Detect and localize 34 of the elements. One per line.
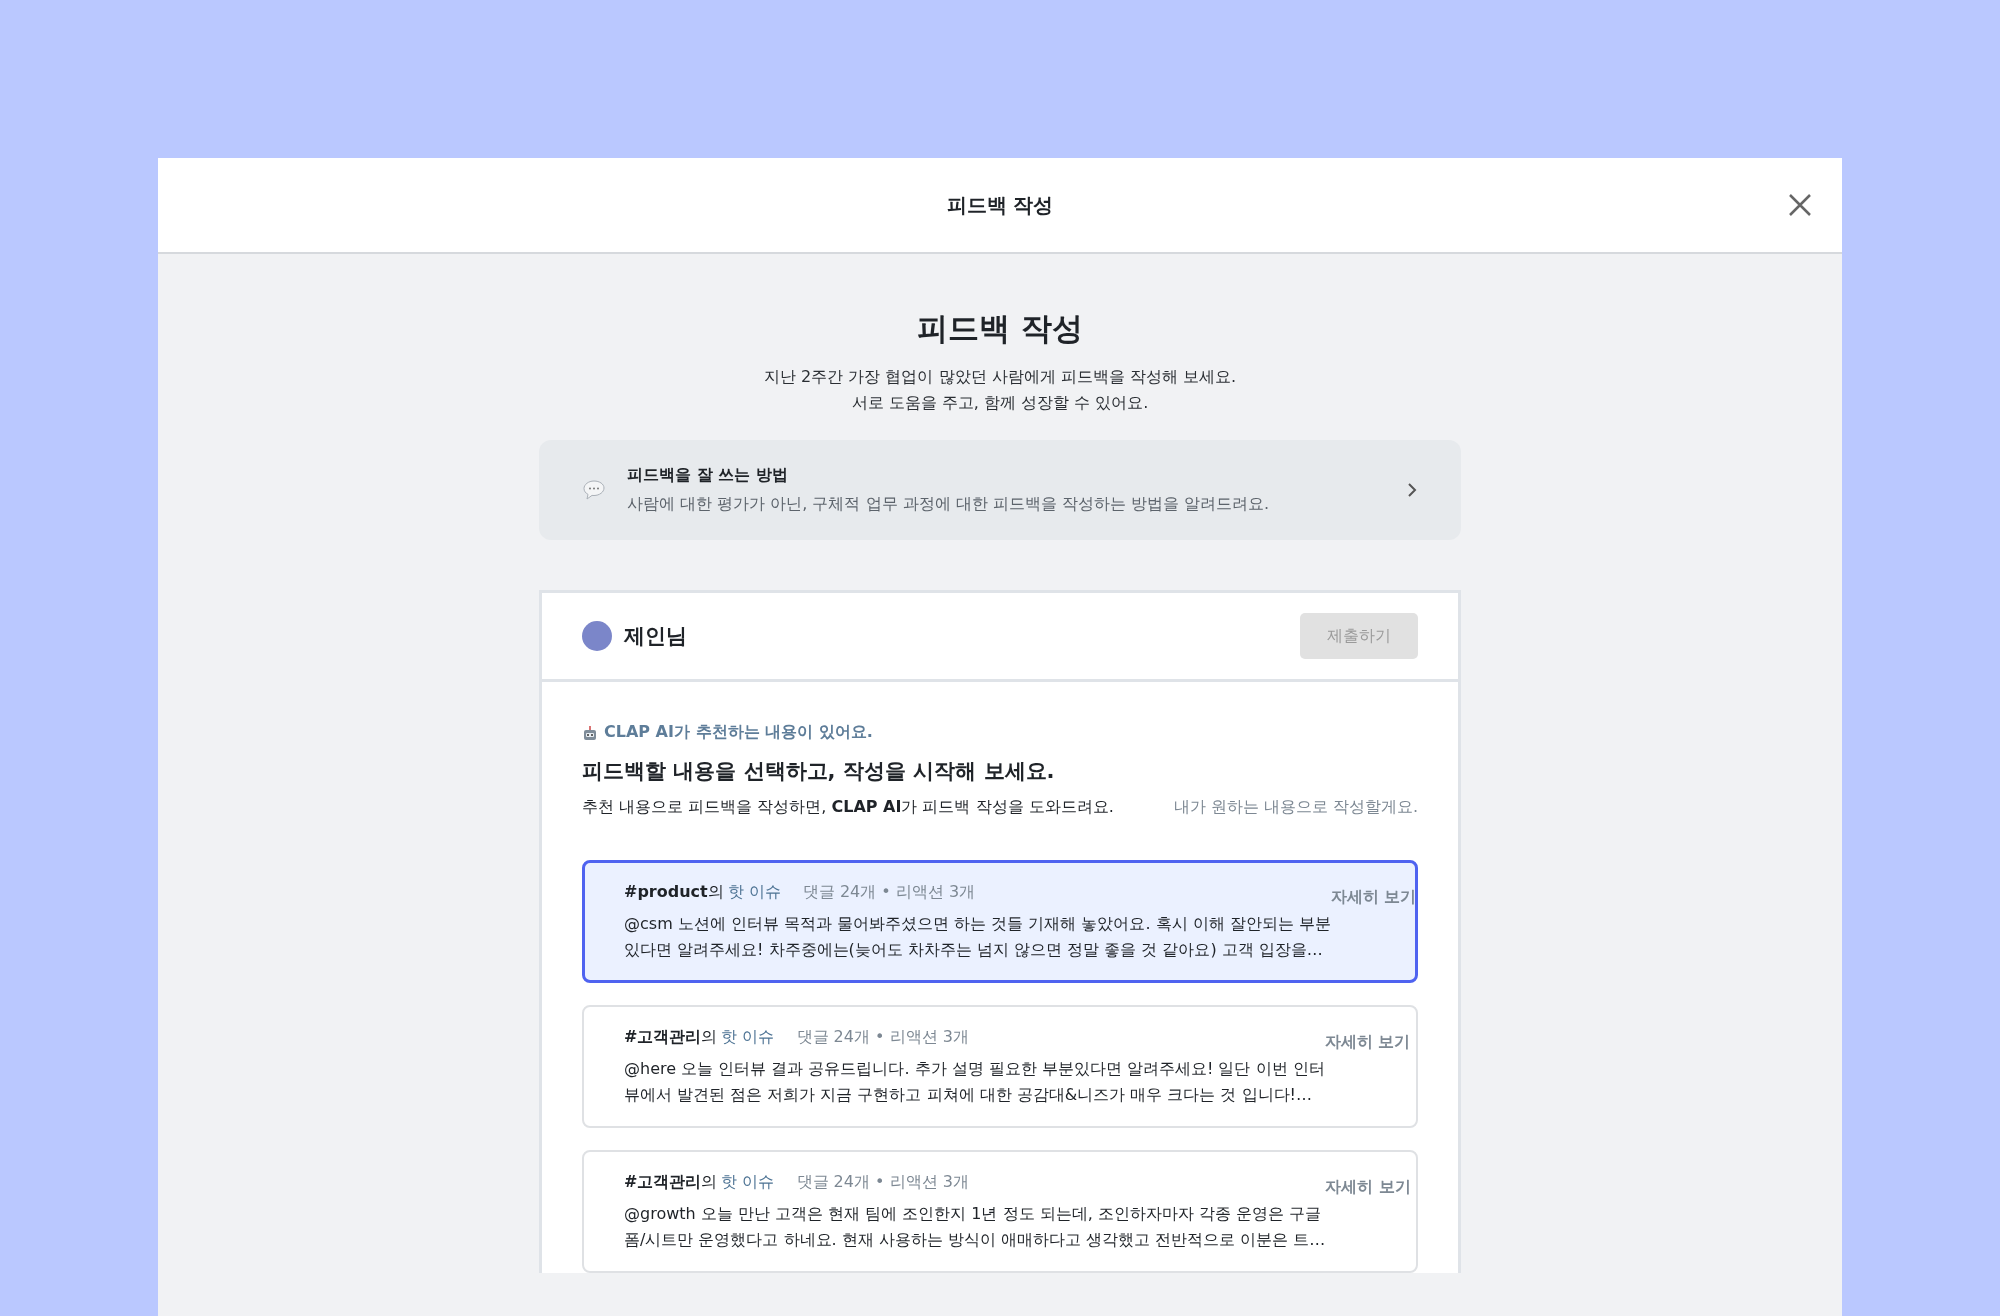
topic-stats: 댓글 24개 • 리액션 3개 [796,1172,969,1193]
channel-label: #product의 [624,882,724,903]
guide-description: 사람에 대한 평가가 아닌, 구체적 업무 과정에 대한 피드백을 작성하는 방법을 알려드려요. [627,494,1271,515]
topic-stats: 댓글 24개 • 리액션 3개 [802,882,976,903]
topic-stats: 댓글 24개 • 리액션 3개 [796,1027,969,1048]
ai-recommendation-label: CLAP AI가 추천하는 내용이 있어요. [604,722,873,743]
guide-title: 피드백을 잘 쓰는 방법 [627,465,789,486]
detail-link[interactable]: 자세히 보기 [1324,1031,1411,1053]
guide-banner[interactable]: 피드백을 잘 쓰는 방법 사람에 대한 평가가 아닌, 구체적 업무 과정에 대한 피드백을 작성하는 방법을 알려드려요. [539,440,1461,540]
channel-label: #고객관리의 [624,1027,718,1048]
write-own-link[interactable]: 내가 원하는 내용으로 작성할게요. [1173,797,1418,818]
detail-link[interactable]: 자세히 보기 [1330,886,1417,908]
modal-title: 피드백 작성 [946,191,1054,219]
topic-card[interactable]: #고객관리의 핫 이슈 댓글 24개 • 리액션 3개 @growth 오늘 만난 고객은 현재 팀에 조인한지 1년 정도 되는데, 조인하자마자 각종 운영은 구글 폼/시트만 운영했다고 하네요. 현재 사용하는 방식이 애매하다고 생각했고 전반적으로 이분은 트… 자세히 보기 [582,1150,1418,1273]
topic-excerpt: @csm 노션에 인터뷰 목적과 물어봐주셨으면 하는 것들 기재해 놓았어요. 혹시 이해 잘안되는 부분 있다면 알려주세요! 차주중에는(늦어도 차차주는 넘지 않으면 정말 좋을 것 같아요) 고객 입장을… [624,913,1331,961]
page-heading: 피드백 작성 [916,309,1084,348]
avatar [582,621,612,651]
topic-excerpt: @here 오늘 인터뷰 결과 공유드립니다. 추가 설명 필요한 부분있다면 알려주세요! 일단 이번 인터 뷰에서 발견된 점은 저희가 지금 구현하고 피쳐에 대한 공감대&니즈가 매우 크다는 것 입니다!… [624,1058,1325,1106]
recommendation-description: 추천 내용으로 피드백을 작성하면, CLAP AI가 피드백 작성을 도와드려요. [582,797,1114,818]
channel-label: #고객관리의 [624,1172,718,1193]
robot-icon [582,724,598,741]
intro-text: 서로 도움을 주고, 함께 성장할 수 있어요. [850,392,1150,414]
recommendation-heading: 피드백할 내용을 선택하고, 작성을 시작해 보세요. [582,758,1056,785]
speech-bubble-icon [583,480,605,500]
detail-link[interactable]: 자세히 보기 [1325,1176,1411,1198]
hot-issue-tag: 핫 이슈 [727,882,781,903]
chevron-right-icon [1407,482,1417,498]
intro-text: 지난 2주간 가장 협업이 많았던 사람에게 피드백을 작성해 보세요. [763,366,1237,388]
topic-card[interactable]: #고객관리의 핫 이슈 댓글 24개 • 리액션 3개 @here 오늘 인터뷰 결과 공유드립니다. 추가 설명 필요한 부분있다면 알려주세요! 일단 이번 인터 뷰에서 발견된 점은 저희가 지금 구현하고 피쳐에 대한 공감대&니즈가 매우 크다는 것 입니다!… 자세히 보기 [582,1005,1418,1128]
hot-issue-tag: 핫 이슈 [721,1172,775,1193]
topic-excerpt: @growth 오늘 만난 고객은 현재 팀에 조인한지 1년 정도 되는데, 조인하자마자 각종 운영은 구글 폼/시트만 운영했다고 하네요. 현재 사용하는 방식이 애매하다고 생각했고 전반적으로 이분은 트… [624,1203,1326,1251]
topic-card[interactable]: #product의 핫 이슈 댓글 24개 • 리액션 3개 @csm 노션에 인터뷰 목적과 물어봐주셨으면 하는 것들 기재해 놓았어요. 혹시 이해 잘안되는 부분 있다면 알려주세요! 차주중에는(늦어도 차차주는 넘지 않으면 정말 좋을 것 같아요) 고객 입장을… 자세히 보기 [582,860,1418,983]
recipient-name: 제인님 [624,623,688,650]
hot-issue-tag: 핫 이슈 [721,1027,775,1048]
